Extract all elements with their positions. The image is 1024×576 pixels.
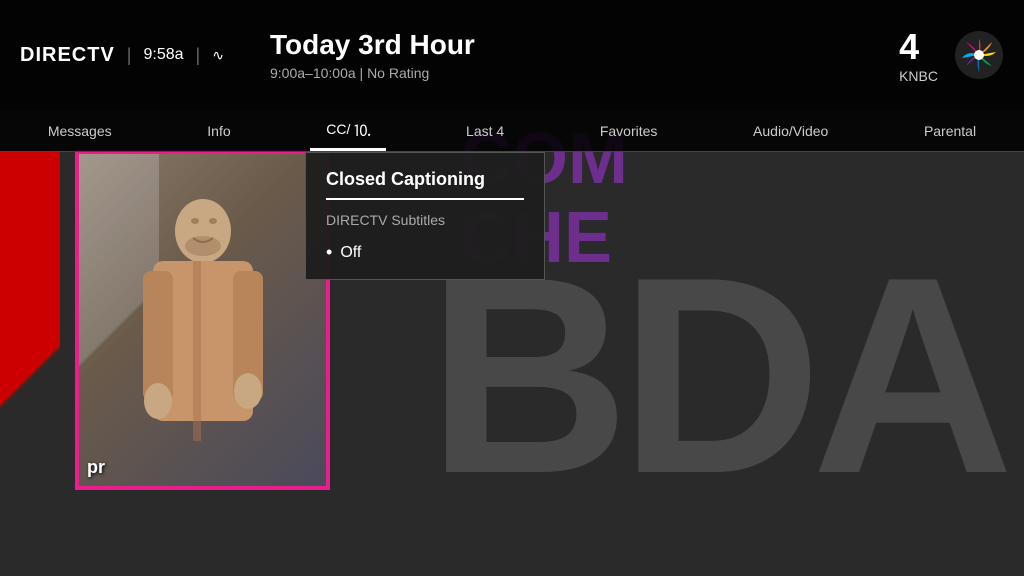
diagonal-accent [0,152,80,552]
nav-favorites[interactable]: Favorites [584,110,674,151]
header-right: 4 KNBC [844,26,1004,84]
cc-label: CC/ [326,121,350,137]
show-details: 9:00a–10:00a | No Rating [270,65,844,81]
header-time: 9:58a [143,46,183,64]
nav-cc[interactable]: CC/ ⒑ [310,110,386,151]
nbc-logo [954,30,1004,80]
thumbnail-person [79,154,326,486]
wifi-icon: ∿ [212,47,224,64]
cc-option-off[interactable]: • Off [326,242,524,263]
cc-icon: ⒑ [354,117,370,141]
nav-bar: Messages Info CC/ ⒑ Last 4 Favorites Aud… [0,110,1024,152]
cc-dropdown: Closed Captioning DIRECTV Subtitles • Of… [305,152,545,280]
thumbnail-label: pr [87,457,105,478]
nav-parental[interactable]: Parental [908,110,992,151]
show-rating: No Rating [367,65,429,81]
directv-logo: DIRECTV [20,44,115,67]
show-time: 9:00a–10:00a [270,65,356,81]
cc-dropdown-subtitle: DIRECTV Subtitles [326,212,524,228]
thumbnail-box: pr [75,150,330,490]
header-separator-2: | [196,45,201,66]
nav-messages[interactable]: Messages [32,110,128,151]
cc-bullet: • [326,242,332,263]
nav-last4[interactable]: Last 4 [450,110,520,151]
channel-number: 4 [899,26,938,68]
show-separator: | [360,65,368,81]
header-bar: DIRECTV | 9:58a | ∿ Today 3rd Hour 9:00a… [0,0,1024,110]
header-left: DIRECTV | 9:58a | ∿ [20,44,240,67]
nav-info[interactable]: Info [191,110,246,151]
header-separator-1: | [127,45,132,66]
cc-dropdown-title: Closed Captioning [326,169,524,200]
cc-option-off-label: Off [340,244,361,262]
show-title: Today 3rd Hour [270,29,844,61]
header-center: Today 3rd Hour 9:00a–10:00a | No Rating [240,29,844,81]
channel-info: 4 KNBC [899,26,938,84]
nav-audio-video[interactable]: Audio/Video [737,110,844,151]
channel-name: KNBC [899,68,938,84]
